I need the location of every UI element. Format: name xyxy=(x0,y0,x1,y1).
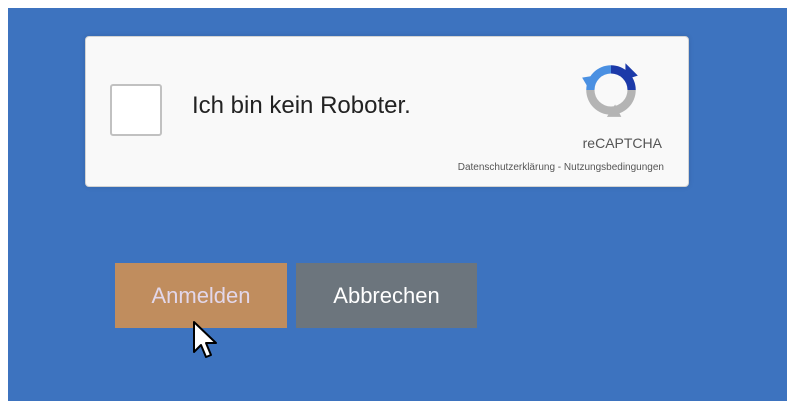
recaptcha-legal-links: Datenschutzerklärung - Nutzungsbedingung… xyxy=(458,162,664,173)
recaptcha-checkbox[interactable] xyxy=(110,84,162,136)
terms-link[interactable]: Nutzungsbedingungen xyxy=(564,162,664,173)
recaptcha-widget: Ich bin kein Roboter. reCAPTCHA Datensch… xyxy=(85,36,689,187)
login-button[interactable]: Anmelden xyxy=(115,263,287,328)
legal-separator: - xyxy=(555,162,564,173)
privacy-link[interactable]: Datenschutzerklärung xyxy=(458,162,555,173)
recaptcha-brand: reCAPTCHA xyxy=(582,135,662,151)
cancel-button[interactable]: Abbrechen xyxy=(296,263,477,328)
screenshot-stage: Ich bin kein Roboter. reCAPTCHA Datensch… xyxy=(0,0,787,401)
arrow-pointer-icon xyxy=(193,321,217,358)
recaptcha-logo-icon xyxy=(582,63,638,117)
recaptcha-checkbox-label: Ich bin kein Roboter. xyxy=(192,92,411,119)
